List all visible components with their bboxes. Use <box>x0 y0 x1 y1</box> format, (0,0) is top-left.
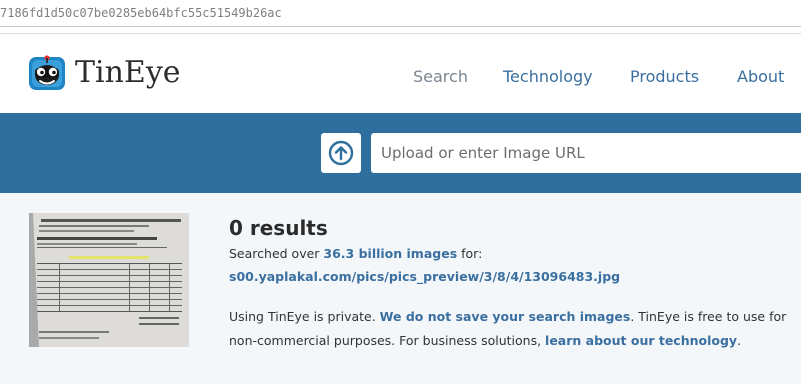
url-hash-bar: 7186fd1d50c07be0285eb64bfc55c51549b26ac <box>0 0 801 27</box>
search-band <box>0 113 801 193</box>
privacy-link[interactable]: We do not save your search images <box>380 309 631 324</box>
image-url-input[interactable] <box>371 133 801 173</box>
nav-products[interactable]: Products <box>630 66 699 88</box>
upload-arrow-icon <box>328 140 354 166</box>
technology-link[interactable]: learn about our technology <box>545 333 737 348</box>
main-nav: Search Technology Products About <box>0 66 801 90</box>
searched-suffix: for: <box>457 246 483 261</box>
privacy-text-line-1: Using TinEye is private. We do not save … <box>229 308 786 326</box>
privacy-line2-prefix: non-commercial purposes. For business so… <box>229 333 546 348</box>
results-area: 0 results Searched over 36.3 billion ima… <box>0 193 801 384</box>
privacy-line1-suffix: . TinEye is free to use for <box>630 309 787 324</box>
query-url-link[interactable]: s00.yaplakal.com/pics/pics_preview/3/8/4… <box>229 268 620 286</box>
nav-about[interactable]: About <box>737 66 784 88</box>
privacy-line2-suffix: . <box>737 333 742 348</box>
billion-images-link[interactable]: 36.3 billion images <box>323 246 457 261</box>
nav-search[interactable]: Search <box>413 66 468 88</box>
site-header: TinEye Search Technology Products About <box>0 35 801 113</box>
top-divider <box>0 28 801 34</box>
result-count: 0 results <box>229 216 328 240</box>
hash-text: 7186fd1d50c07be0285eb64bfc55c51549b26ac <box>0 6 282 20</box>
privacy-text-line-2: non-commercial purposes. For business so… <box>229 332 741 350</box>
privacy-line1-prefix: Using TinEye is private. <box>229 309 380 324</box>
searched-prefix: Searched over <box>229 246 324 261</box>
searched-summary: Searched over 36.3 billion images for: <box>229 245 482 263</box>
query-image-thumbnail[interactable] <box>29 213 189 347</box>
upload-button[interactable] <box>321 133 361 173</box>
nav-technology[interactable]: Technology <box>503 66 593 88</box>
